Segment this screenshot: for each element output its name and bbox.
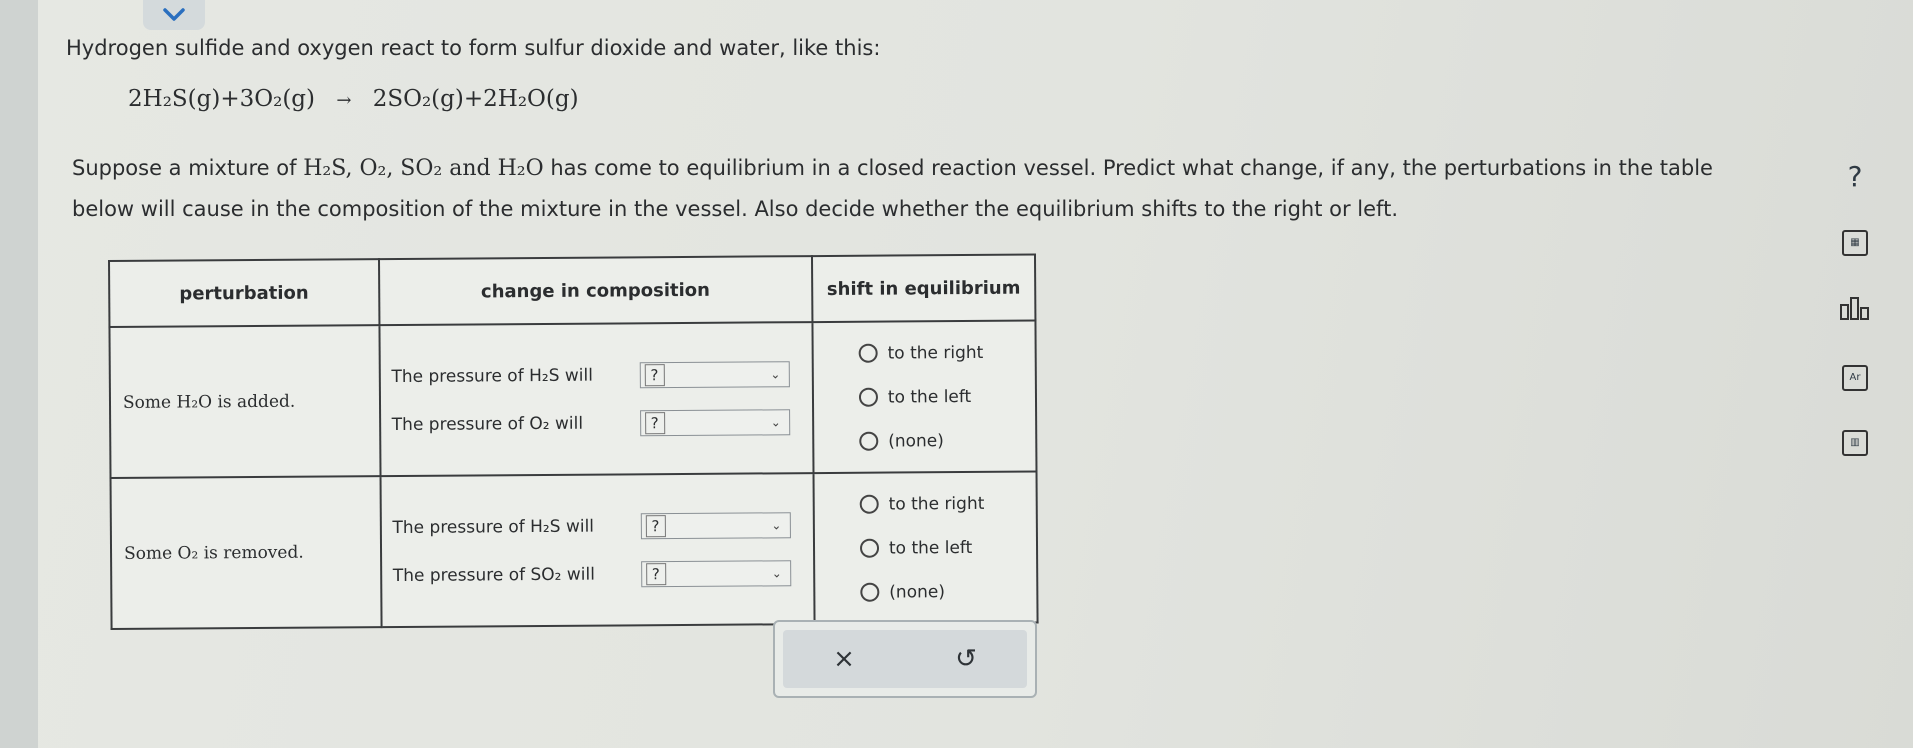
radio-icon	[858, 343, 878, 363]
header-change: change in composition	[378, 256, 813, 326]
shift-cell: to the right to the left (none)	[812, 320, 1037, 474]
action-buttons: × ↺	[783, 630, 1027, 688]
change-cell: The pressure of H₂S will ? ⌄ The pressure…	[379, 322, 814, 477]
radio-label: to the left	[888, 537, 973, 559]
change-label: The pressure of H₂S will	[392, 516, 595, 538]
perturbation-text: Some O₂ is removed.	[123, 542, 304, 564]
chemical-equation: 2H₂S(g)+3O₂(g) → 2SO₂(g)+2H₂O(g)	[128, 86, 579, 112]
dropdown-value: ?	[644, 363, 665, 386]
radio-right[interactable]: to the right	[814, 330, 1033, 376]
chevron-down-icon: ⌄	[770, 414, 781, 429]
dropdown-value: ?	[644, 411, 665, 434]
radio-none[interactable]: (none)	[815, 418, 1034, 464]
radio-icon	[859, 494, 879, 514]
pressure-dropdown[interactable]: ? ⌄	[640, 559, 791, 587]
undo-button[interactable]: ↺	[941, 644, 991, 674]
change-label: The pressure of H₂S will	[391, 365, 593, 387]
radio-left[interactable]: to the left	[815, 374, 1034, 420]
chevron-down-icon	[163, 8, 185, 21]
chevron-down-icon: ⌄	[770, 366, 781, 381]
left-edge-strip	[0, 0, 38, 748]
products: 2SO₂(g)+2H₂O(g)	[372, 86, 579, 112]
answer-action-bar: × ↺	[773, 620, 1037, 698]
radio-label: to the left	[887, 386, 972, 408]
reactants: 2H₂S(g)+3O₂(g)	[128, 86, 315, 112]
change-label: The pressure of SO₂ will	[392, 564, 595, 586]
radio-label: to the right	[887, 342, 984, 364]
reaction-arrow: →	[336, 90, 352, 111]
calculator-icon[interactable]: ▦	[1835, 230, 1875, 256]
radio-icon	[859, 431, 879, 451]
clear-button[interactable]: ×	[819, 644, 869, 674]
collapse-button[interactable]	[143, 0, 205, 30]
radio-icon	[858, 387, 878, 407]
dropdown-value: ?	[645, 562, 666, 585]
pressure-dropdown[interactable]: ? ⌄	[639, 360, 790, 388]
header-shift: shift in equilibrium	[811, 254, 1036, 323]
periodic-table-button[interactable]: Ar	[1835, 365, 1875, 391]
perturbation-cell: Some O₂ is removed.	[110, 476, 382, 629]
radio-label: (none)	[888, 430, 944, 452]
pressure-dropdown[interactable]: ? ⌄	[640, 511, 791, 539]
dropdown-value: ?	[645, 514, 666, 537]
header-perturbation: perturbation	[109, 259, 380, 327]
pressure-dropdown[interactable]: ? ⌄	[639, 408, 790, 436]
radio-label: to the right	[888, 493, 985, 515]
data-chart-icon[interactable]	[1835, 295, 1875, 325]
change-cell: The pressure of H₂S will ? ⌄ The pressure…	[380, 473, 815, 628]
perturbation-table: perturbation change in composition shift…	[108, 253, 1039, 630]
intro-text: Hydrogen sulfide and oxygen react to for…	[66, 36, 881, 60]
radio-right[interactable]: to the right	[815, 481, 1034, 527]
shift-cell: to the right to the left (none)	[813, 471, 1038, 625]
radio-label: (none)	[889, 581, 945, 603]
prompt-species: H₂S, O₂, SO₂ and H₂O	[303, 156, 544, 181]
perturbation-cell: Some H₂O is added.	[109, 325, 381, 478]
change-label: The pressure of O₂ will	[391, 413, 584, 435]
radio-none[interactable]: (none)	[816, 569, 1035, 615]
chevron-down-icon: ⌄	[771, 517, 782, 532]
reference-icon[interactable]: ▥	[1835, 430, 1875, 456]
perturbation-text: Some H₂O is added.	[122, 391, 296, 413]
periodic-table-icon: Ar	[1842, 365, 1868, 391]
table-row: Some H₂O is added. The pressure of H₂S w…	[109, 320, 1037, 478]
prompt-part1: Suppose a mixture of	[72, 156, 297, 180]
radio-left[interactable]: to the left	[816, 525, 1035, 571]
table-row: Some O₂ is removed. The pressure of H₂S …	[110, 471, 1038, 629]
chevron-down-icon: ⌄	[771, 565, 782, 580]
radio-icon	[859, 538, 880, 558]
radio-icon	[860, 582, 880, 602]
table-header-row: perturbation change in composition shift…	[109, 254, 1036, 327]
help-button[interactable]: ?	[1835, 160, 1875, 193]
question-prompt: Suppose a mixture of H₂S, O₂, SO₂ and H₂…	[72, 148, 1752, 229]
